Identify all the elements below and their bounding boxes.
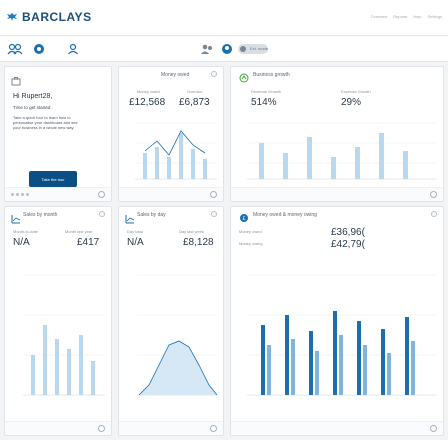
refresh-icon[interactable]: [210, 191, 217, 198]
panel-footer: [119, 421, 223, 435]
users-icon[interactable]: [6, 40, 24, 58]
money-owed-chart: [135, 122, 217, 180]
footer-icons: [210, 191, 217, 198]
refresh-icon[interactable]: [430, 191, 437, 198]
growth-left-caption: Revenue Growth: [251, 89, 282, 94]
footer-icons: [98, 191, 105, 198]
growth-left-value: 514%: [251, 97, 277, 108]
panel-footer: [231, 421, 443, 435]
day-left-caption: Day total: [127, 229, 143, 234]
panel-footer: [119, 187, 223, 201]
settings-icon[interactable]: [211, 71, 217, 77]
day-right-caption: Day last week: [179, 229, 204, 234]
panel-footer: [231, 187, 443, 201]
money-owed-left-caption: Money owed: [137, 89, 160, 94]
settings-icon[interactable]: [30, 40, 48, 58]
take-tour-button[interactable]: Take the tour: [29, 171, 77, 187]
sales-by-month-chart: [23, 274, 105, 396]
panel-footer: [5, 421, 111, 435]
panel-title: Business growth: [253, 72, 290, 78]
day-left-value: N/A: [127, 237, 144, 248]
growth-icon: [239, 70, 249, 88]
business-growth-chart: [247, 122, 437, 180]
briefcase-icon: [11, 73, 21, 91]
footer-icons: [430, 191, 437, 198]
footer-icons: [210, 425, 217, 432]
sales-by-month-panel: Sales by month Month-to-date Month last …: [4, 206, 112, 436]
brand-name: BARCLAYS: [22, 10, 92, 24]
eagle-icon: [7, 13, 17, 21]
topnav-item-help[interactable]: Help: [413, 14, 421, 19]
panel-title: Money owed: [161, 72, 190, 78]
view-toggle-label: Ext. mode: [250, 46, 269, 51]
panel-title: Sales by month: [23, 212, 58, 218]
welcome-subtitle: Time to get started: [13, 105, 51, 110]
owing-caption: Money owing: [239, 241, 263, 246]
welcome-panel: Hi Rupert28, Time to get started Take a …: [4, 66, 112, 202]
panel-title: Money owed & money owing: [253, 212, 317, 218]
svg-text:£: £: [243, 216, 246, 222]
sales-by-day-panel: Sales by day Day total Day last week N/A…: [118, 206, 224, 436]
growth-right-caption: Expense Growth: [341, 89, 371, 94]
money-icon: £: [239, 210, 249, 228]
footer-icons: [430, 425, 437, 432]
topnav-item-reports[interactable]: Reports: [393, 14, 407, 19]
panel-title: Sales by day: [137, 212, 166, 218]
chart-icon: [125, 211, 135, 229]
topnav-item-settings[interactable]: Settings: [428, 14, 442, 19]
growth-right-value: 29%: [341, 97, 362, 108]
top-nav: Overview Reports Help Settings: [371, 14, 442, 19]
topnav-item-overview[interactable]: Overview: [371, 14, 388, 19]
person-icon[interactable]: [64, 40, 82, 58]
money-owed-right-caption: Overdue: [187, 89, 203, 94]
refresh-icon[interactable]: [210, 425, 217, 432]
business-growth-panel: Business growth Revenue Growth Expense G…: [230, 66, 444, 202]
money-owed-right-value: £6,873: [179, 97, 210, 108]
month-right-value: £417: [77, 237, 100, 248]
pager-dots[interactable]: [11, 193, 29, 196]
settings-icon[interactable]: [211, 211, 217, 217]
owed-value: £36,96(: [331, 227, 365, 238]
footer-icons: [98, 425, 105, 432]
brand-logo[interactable]: BARCLAYS: [6, 10, 92, 24]
dashboard-toolbar: Ext. mode: [0, 36, 448, 62]
refresh-icon[interactable]: [98, 425, 105, 432]
panel-footer: [5, 187, 111, 201]
refresh-icon[interactable]: [98, 191, 105, 198]
money-owed-owing-panel: £ Money owed & money owing Money owed £3…: [230, 206, 444, 436]
money-owed-left-value: £12,568: [129, 97, 166, 108]
welcome-body: Take a quick tour to learn how to person…: [13, 115, 78, 130]
month-left-caption: Month-to-date: [13, 229, 38, 234]
month-right-caption: Month last year: [65, 229, 93, 234]
top-bar: BARCLAYS Overview Reports Help Settings: [0, 0, 448, 36]
owing-value: £42,79(: [331, 239, 365, 250]
chart-icon: [11, 211, 21, 229]
settings-icon[interactable]: [99, 211, 105, 217]
sales-by-day-chart: [137, 274, 218, 396]
settings-icon[interactable]: [431, 211, 437, 217]
welcome-greeting: Hi Rupert28,: [13, 93, 53, 100]
account-icon[interactable]: [218, 40, 236, 58]
owed-caption: Money owed: [239, 229, 262, 234]
month-left-value: N/A: [13, 237, 30, 248]
refresh-icon[interactable]: [430, 425, 437, 432]
day-right-value: £8,128: [183, 237, 214, 248]
people-icon[interactable]: [198, 40, 216, 58]
money-owed-owing-chart: [247, 274, 437, 396]
money-owed-panel: Money owed Money owed Overdue £12,568 £6…: [118, 66, 224, 202]
